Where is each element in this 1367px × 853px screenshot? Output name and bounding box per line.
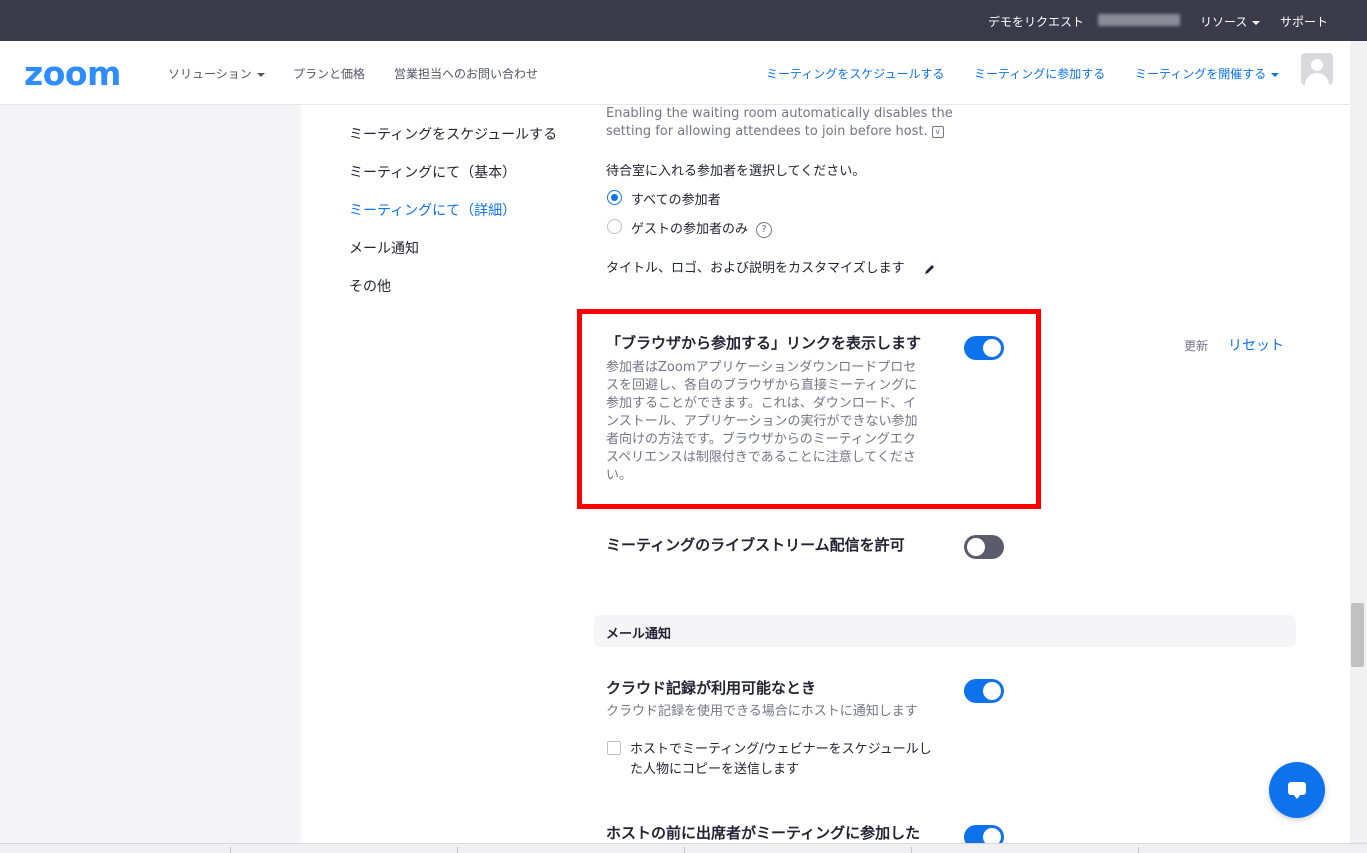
livestream-title: ミーティングのライブストリーム配信を許可 — [606, 536, 905, 554]
customize-label: タイトル、ロゴ、および説明をカスタマイズします — [606, 261, 905, 276]
browser-join-desc-line: スペリエンスは制限付きであることに注意してくださ — [606, 450, 916, 465]
join-meeting-link[interactable]: ミーティングに参加する — [974, 65, 1105, 82]
chevron-down-icon — [256, 72, 265, 77]
radio-guest-only[interactable] — [607, 219, 622, 234]
sidebar-item-basic[interactable]: ミーティングにて（基本） — [349, 162, 516, 182]
support-link[interactable]: サポート — [1280, 13, 1328, 30]
chevron-down-icon — [1252, 20, 1261, 25]
host-meeting-menu[interactable]: ミーティングを開催する — [1135, 65, 1280, 82]
solutions-menu[interactable]: ソリューション — [168, 65, 265, 82]
solutions-label: ソリューション — [168, 67, 252, 81]
customize-waiting-room: タイトル、ロゴ、および説明をカスタマイズします — [606, 257, 937, 276]
vertical-scrollbar[interactable] — [1350, 41, 1367, 843]
blurred-phone-number — [1098, 14, 1180, 26]
join-before-host-title: ホストの前に出席者がミーティングに参加した — [606, 824, 921, 842]
bottom-strip — [0, 843, 1367, 853]
sidebar-item-email[interactable]: メール通知 — [349, 238, 419, 258]
cloud-recording-toggle[interactable] — [964, 679, 1004, 703]
browser-join-toggle[interactable] — [964, 336, 1004, 360]
send-copy-label-line1: ホストでミーティング/ウェビナーをスケジュールし — [630, 742, 932, 757]
contact-sales-link[interactable]: 営業担当へのお問い合わせ — [394, 65, 538, 82]
send-copy-checkbox[interactable] — [607, 741, 621, 755]
livestream-toggle[interactable] — [964, 535, 1004, 559]
left-gutter — [0, 105, 301, 853]
main-nav: zoom ソリューション プランと価格 営業担当へのお問い合わせ ミーティングを… — [0, 41, 1350, 105]
user-avatar-icon[interactable] — [1301, 53, 1333, 85]
radio-all-label: すべての参加者 — [631, 193, 721, 208]
request-demo-link[interactable]: デモをリクエスト — [988, 13, 1084, 30]
info-icon[interactable]: v — [931, 125, 944, 138]
top-utility-bar: デモをリクエスト リソース サポート — [0, 0, 1367, 41]
host-meeting-label: ミーティングを開催する — [1135, 67, 1267, 81]
send-copy-label-line2: た人物にコピーを送信します — [630, 762, 800, 777]
sidebar-item-schedule[interactable]: ミーティングをスケジュールする — [349, 124, 557, 144]
radio-all-participants[interactable] — [607, 190, 622, 205]
radio-guest-label: ゲストの参加者のみ? — [631, 218, 773, 238]
browser-join-desc-line: 参加者はZoomアプリケーションダウンロードプロセ — [606, 360, 917, 375]
resources-label: リソース — [1200, 15, 1248, 29]
email-section-label: メール通知 — [606, 627, 672, 642]
browser-join-title: 「ブラウザから参加する」リンクを表示します — [606, 334, 922, 352]
zoom-logo[interactable]: zoom — [24, 54, 121, 93]
waiting-room-select-prompt: 待合室に入れる参加者を選択してください。 — [606, 164, 866, 179]
pencil-icon[interactable] — [923, 262, 937, 276]
email-section-header: メール通知 — [594, 615, 1296, 647]
waiting-room-note-line2: setting for allowing attendees to join b… — [606, 123, 944, 141]
browser-join-desc-line: 者向けの方法です。ブラウザからのミーティングエク — [606, 432, 916, 447]
resources-menu[interactable]: リソース — [1200, 13, 1261, 30]
radio-guest-text: ゲストの参加者のみ — [631, 222, 749, 237]
cloud-recording-desc: クラウド記録を使用できる場合にホストに通知します — [606, 704, 918, 719]
cloud-recording-title: クラウド記録が利用可能なとき — [606, 679, 817, 697]
scrollbar-thumb[interactable] — [1351, 603, 1364, 667]
chat-button[interactable] — [1269, 762, 1325, 818]
sidebar-item-advanced[interactable]: ミーティングにて（詳細） — [349, 200, 516, 220]
waiting-room-note-text: setting for allowing attendees to join b… — [606, 124, 928, 139]
waiting-room-note-line1: Enabling the waiting room automatically … — [606, 106, 953, 121]
updated-label: 更新 — [1184, 339, 1209, 353]
chevron-down-icon — [1271, 72, 1280, 77]
browser-join-desc-line: スを回避し、各自のブラウザから直接ミーティングに — [606, 378, 918, 393]
browser-join-desc-line: ンストール、アプリケーションの実行ができない参加 — [606, 414, 918, 429]
sidebar-item-other[interactable]: その他 — [349, 276, 391, 296]
question-icon[interactable]: ? — [756, 221, 773, 238]
schedule-meeting-link[interactable]: ミーティングをスケジュールする — [766, 65, 944, 82]
reset-link[interactable]: リセット — [1228, 335, 1284, 355]
browser-join-desc-line: い。 — [606, 468, 633, 483]
plans-link[interactable]: プランと価格 — [293, 65, 365, 82]
browser-join-desc-line: 参加することができます。これは、ダウンロード、イ — [606, 396, 917, 411]
